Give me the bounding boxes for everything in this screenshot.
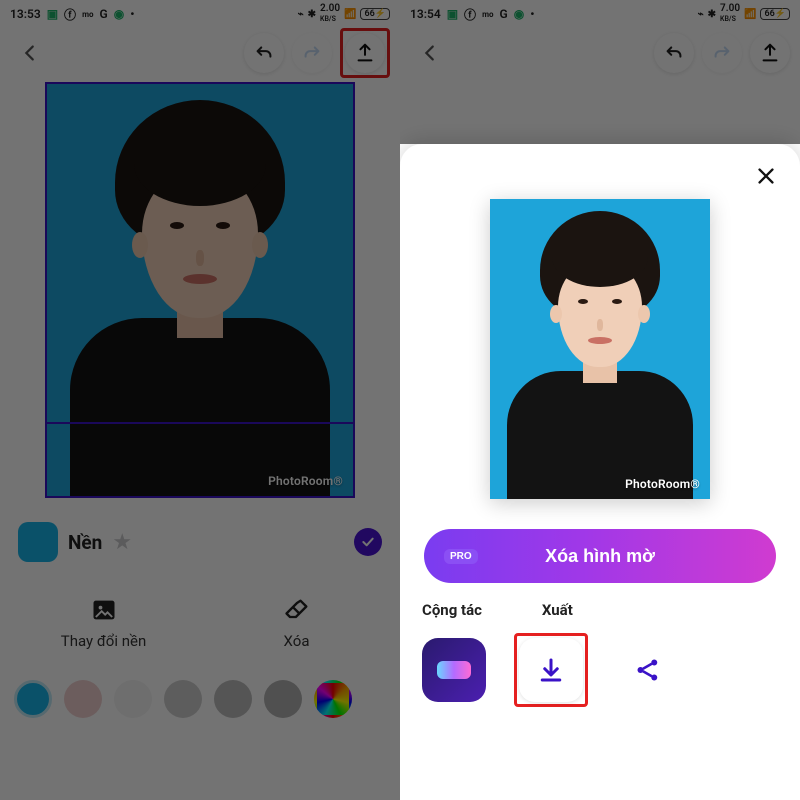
back-button[interactable] — [10, 33, 50, 73]
canvas-area[interactable]: PhotoRoom® — [0, 78, 400, 508]
editor-toolbar — [0, 28, 400, 78]
status-time: 13:53 — [10, 7, 41, 21]
photoroom-logo-icon — [437, 661, 471, 679]
sheet-photo-preview: PhotoRoom® — [490, 199, 710, 499]
sheet-sections: Cộng tác Xuất — [400, 601, 800, 619]
status-msg-icon: ◉ — [514, 7, 524, 21]
image-icon — [90, 596, 118, 624]
change-background-card[interactable]: Thay đổi nền — [14, 580, 193, 662]
background-swatch[interactable] — [18, 522, 58, 562]
highlight-export — [340, 28, 390, 78]
status-momo-icon: mo — [482, 10, 493, 19]
status-time: 13:54 — [410, 7, 441, 21]
export-icon — [759, 42, 781, 64]
download-icon — [536, 655, 566, 685]
watermark: PhotoRoom® — [625, 477, 700, 491]
undo-button[interactable] — [244, 33, 284, 73]
color-cyan[interactable] — [14, 680, 52, 718]
status-fb-icon: ⓕ — [464, 6, 476, 23]
color-blush[interactable] — [64, 680, 102, 718]
status-net-rate: 2.00 — [320, 3, 340, 14]
status-app-icon: ▣ — [47, 7, 58, 21]
redo-icon — [301, 42, 323, 64]
redo-icon — [711, 42, 733, 64]
status-fb-icon: ⓕ — [64, 6, 76, 23]
status-signal-icon: 📶 — [744, 9, 756, 20]
tool-row: Thay đổi nền Xóa — [0, 576, 400, 672]
background-label: Nền — [68, 531, 102, 554]
status-vibrate-icon: ⌁ — [698, 9, 704, 20]
color-rainbow[interactable] — [314, 680, 352, 718]
section-export-title: Xuất — [542, 601, 573, 619]
close-icon — [755, 165, 777, 187]
download-button[interactable] — [519, 638, 583, 702]
color-gray2[interactable] — [214, 680, 252, 718]
status-g-icon: G — [100, 7, 108, 21]
arrow-left-icon — [419, 42, 441, 64]
editor-toolbar-right — [400, 28, 800, 78]
redo-button[interactable] — [702, 33, 742, 73]
status-more-icon: • — [530, 7, 534, 21]
status-net-unit: KB/S — [720, 15, 736, 23]
watermark: PhotoRoom® — [268, 474, 343, 488]
export-sheet: PhotoRoom® PRO Xóa hình mờ Cộng tác Xuất — [400, 144, 800, 800]
remove-watermark-button[interactable]: PRO Xóa hình mờ — [424, 529, 776, 583]
status-more-icon: • — [130, 7, 134, 21]
status-bt-icon: ✱ — [708, 9, 716, 20]
pro-badge: PRO — [444, 549, 478, 564]
close-button[interactable] — [750, 160, 782, 192]
status-momo-icon: mo — [82, 10, 93, 19]
status-msg-icon: ◉ — [114, 7, 124, 21]
section-collab-title: Cộng tác — [422, 601, 482, 619]
back-button[interactable] — [410, 33, 450, 73]
color-white[interactable] — [114, 680, 152, 718]
status-battery: 66⚡ — [760, 8, 790, 20]
check-icon — [360, 534, 376, 550]
arrow-left-icon — [19, 42, 41, 64]
redo-button[interactable] — [292, 33, 332, 73]
color-gray3[interactable] — [264, 680, 302, 718]
status-app-icon: ▣ — [447, 7, 458, 21]
undo-icon — [663, 42, 685, 64]
export-icon — [354, 42, 376, 64]
status-net-unit: KB/S — [320, 15, 336, 23]
photo-preview[interactable]: PhotoRoom® — [45, 82, 355, 498]
screenshot-left: 13:53 ▣ ⓕ mo G ◉ • ⌁ ✱ 2.00KB/S 📶 66⚡ — [0, 0, 400, 800]
background-row: Nền ★ — [0, 508, 400, 576]
crop-guideline[interactable] — [47, 422, 353, 424]
favorite-icon[interactable]: ★ — [112, 530, 132, 555]
share-button[interactable] — [616, 638, 680, 702]
status-battery: 66⚡ — [360, 8, 390, 20]
remove-watermark-label: Xóa hình mờ — [545, 546, 655, 567]
screenshot-right: 13:54 ▣ ⓕ mo G ◉ • ⌁ ✱ 7.00KB/S 📶 66⚡ — [400, 0, 800, 800]
export-button[interactable] — [345, 33, 385, 73]
status-bar-right: 13:54 ▣ ⓕ mo G ◉ • ⌁ ✱ 7.00KB/S 📶 66⚡ — [400, 0, 800, 28]
status-vibrate-icon: ⌁ — [298, 9, 304, 20]
undo-button[interactable] — [654, 33, 694, 73]
status-net-rate: 7.00 — [720, 3, 740, 14]
erase-card[interactable]: Xóa — [207, 580, 386, 662]
share-icon — [633, 655, 663, 685]
status-signal-icon: 📶 — [344, 9, 356, 20]
sheet-icon-row — [400, 619, 800, 715]
change-background-label: Thay đổi nền — [61, 632, 147, 650]
eraser-icon — [283, 596, 311, 624]
export-button[interactable] — [750, 33, 790, 73]
status-bt-icon: ✱ — [308, 9, 316, 20]
status-g-icon: G — [500, 7, 508, 21]
color-palette — [0, 672, 400, 732]
sheet-preview-wrap: PhotoRoom® — [400, 144, 800, 523]
status-bar: 13:53 ▣ ⓕ mo G ◉ • ⌁ ✱ 2.00KB/S 📶 66⚡ — [0, 0, 400, 28]
undo-icon — [253, 42, 275, 64]
highlight-download — [514, 633, 588, 707]
color-gray1[interactable] — [164, 680, 202, 718]
erase-label: Xóa — [284, 632, 310, 650]
photoroom-app-tile[interactable] — [422, 638, 486, 702]
confirm-button[interactable] — [354, 528, 382, 556]
